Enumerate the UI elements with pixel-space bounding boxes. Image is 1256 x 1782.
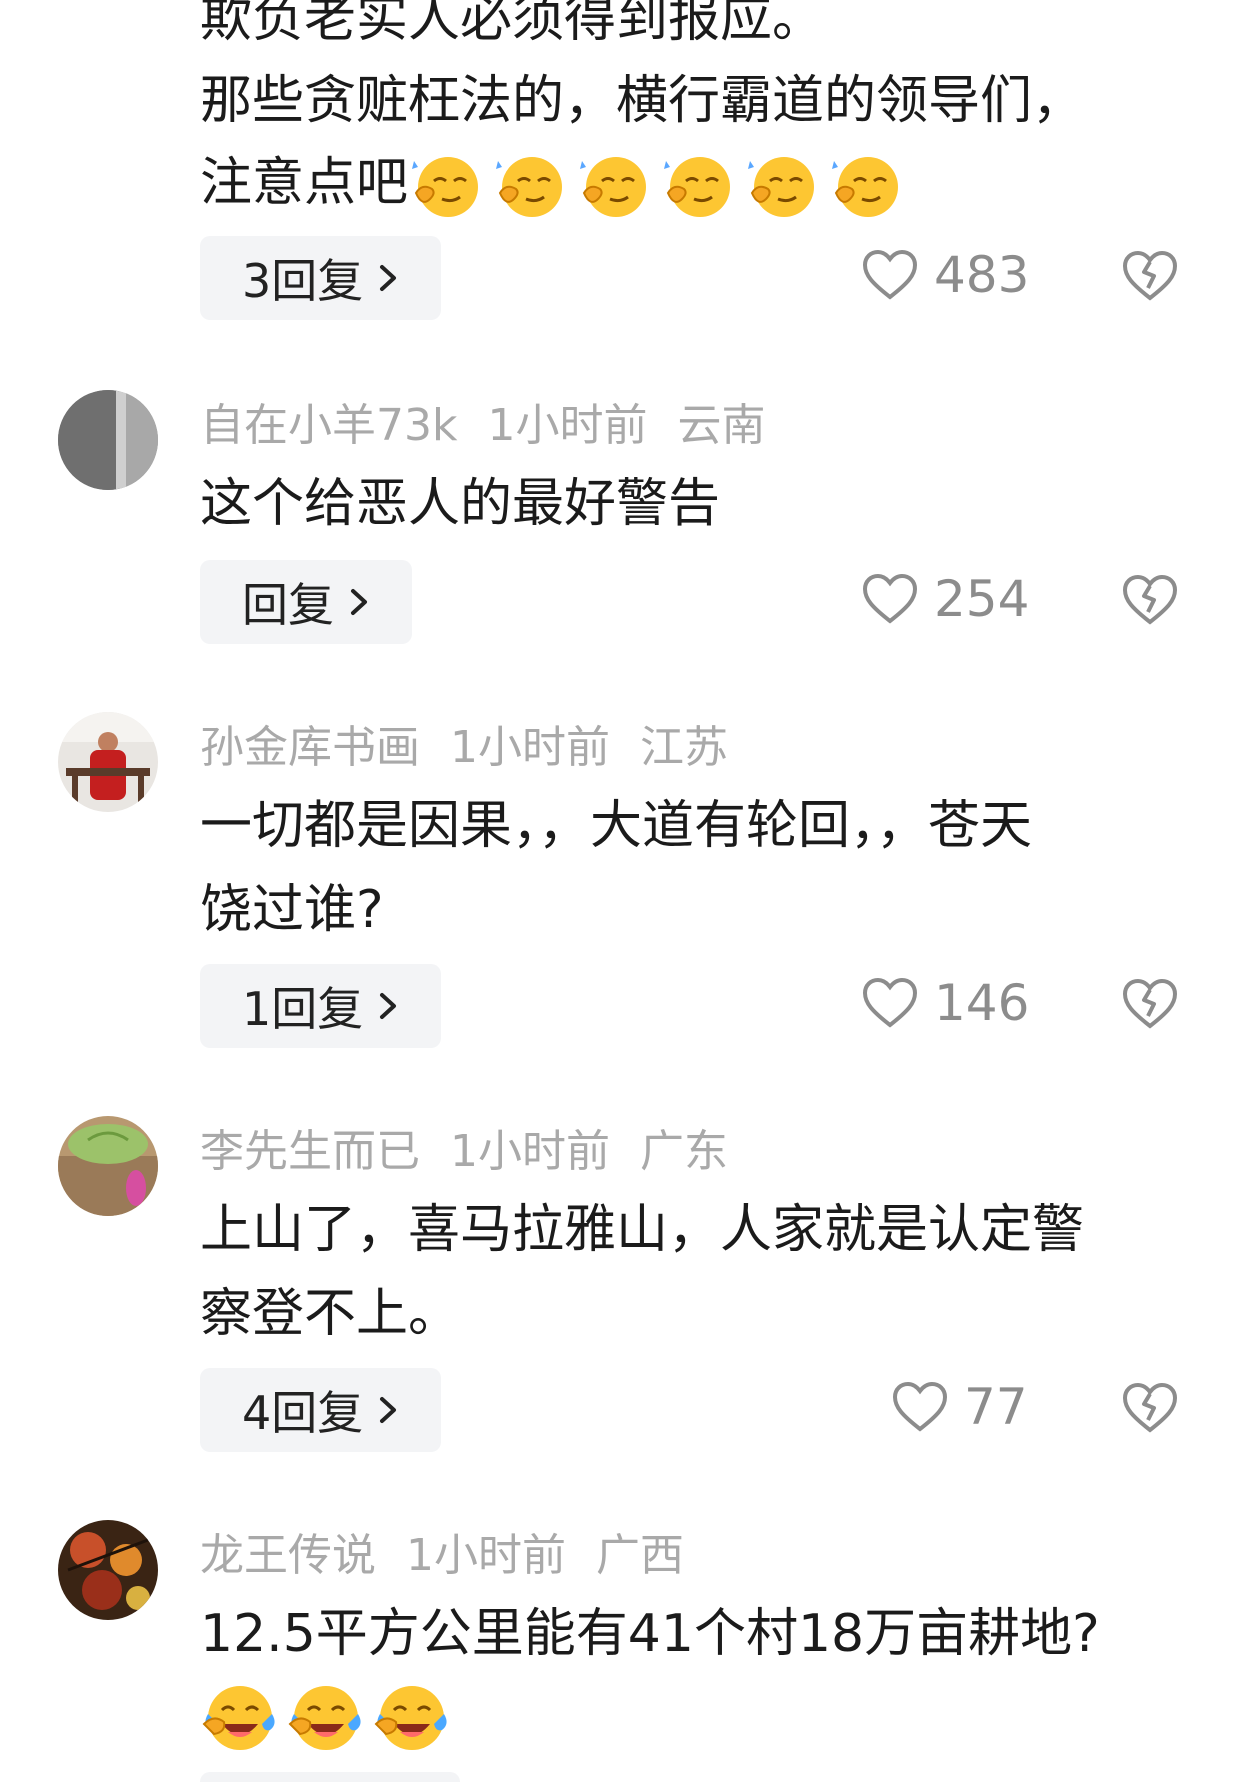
comment-text: 12.5平方公里能有41个村18万亩耕地? bbox=[200, 1592, 1190, 1756]
timestamp: 1小时前 bbox=[487, 400, 648, 451]
emoji-row bbox=[408, 151, 910, 221]
heart-icon bbox=[892, 1381, 948, 1432]
comment-text-line: 那些贪赃枉法的，横行霸道的领导们， bbox=[200, 71, 1085, 131]
like-button[interactable]: 483 bbox=[862, 246, 1029, 304]
timestamp: 1小时前 bbox=[450, 722, 610, 773]
comment-text: 上山了，喜马拉雅山，人家就是认定警 察登不上。 bbox=[200, 1188, 1190, 1356]
comment-meta: 龙王传说 1小时前 广西 bbox=[200, 1526, 714, 1586]
like-button[interactable]: 146 bbox=[862, 974, 1029, 1032]
comment-text: 这个给恶人的最好警告 bbox=[200, 462, 1190, 546]
chevron-right-icon bbox=[380, 1397, 397, 1423]
username[interactable]: 自在小羊73k bbox=[200, 400, 457, 451]
timestamp: 1小时前 bbox=[450, 1126, 610, 1177]
username[interactable]: 孙金库书画 bbox=[200, 722, 420, 773]
broken-heart-icon[interactable] bbox=[1122, 250, 1178, 302]
like-count: 254 bbox=[934, 570, 1030, 628]
smirk-thinking-emoji-icon bbox=[576, 151, 658, 221]
avatar[interactable] bbox=[58, 390, 158, 490]
comment-text-line: 上山了，喜马拉雅山，人家就是认定警 bbox=[200, 1200, 1085, 1260]
comment-text-line: 饶过谁? bbox=[200, 880, 384, 940]
reply-button[interactable]: 3回复 bbox=[200, 236, 442, 320]
smirk-thinking-emoji-icon bbox=[492, 151, 574, 221]
like-count: 146 bbox=[934, 974, 1030, 1032]
reply-label: 1回复 bbox=[242, 982, 364, 1036]
reply-label: 3回复 bbox=[242, 254, 364, 308]
comment-text-line: 12.5平方公里能有41个村18万亩耕地? bbox=[200, 1604, 1100, 1664]
smirk-thinking-emoji-icon bbox=[408, 151, 490, 221]
like-button[interactable]: 254 bbox=[862, 570, 1029, 628]
comment-meta: 李先生而已 1小时前 广东 bbox=[200, 1122, 758, 1182]
comment-text-line: 一切都是因果，，大道有轮回，，苍天 bbox=[200, 796, 1033, 856]
comments-page: 欺负老实人必须得到报应。 那些贪赃枉法的，横行霸道的领导们， 注意点吧 3回复 … bbox=[0, 0, 1256, 1782]
reply-button[interactable]: 回复 bbox=[200, 560, 412, 644]
avatar[interactable] bbox=[58, 1520, 158, 1620]
chevron-right-icon bbox=[380, 265, 397, 291]
location: 云南 bbox=[677, 400, 766, 451]
laughing-crying-emoji-icon bbox=[288, 1686, 361, 1750]
chevron-right-icon bbox=[351, 589, 367, 615]
reply-label: 4回复 bbox=[242, 1386, 364, 1440]
comment-text-line: 欺负老实人必须得到报应。 bbox=[200, 0, 825, 49]
reply-button[interactable] bbox=[200, 1772, 460, 1782]
comment-meta: 自在小羊73k 1小时前 云南 bbox=[200, 396, 795, 456]
username[interactable]: 李先生而已 bbox=[200, 1126, 420, 1177]
broken-heart-icon[interactable] bbox=[1122, 1382, 1178, 1434]
timestamp: 1小时前 bbox=[406, 1530, 566, 1581]
heart-icon bbox=[862, 573, 918, 624]
heart-icon bbox=[862, 977, 918, 1028]
broken-heart-icon[interactable] bbox=[1122, 574, 1178, 626]
location: 广西 bbox=[596, 1530, 684, 1581]
reply-label: 回复 bbox=[242, 578, 334, 632]
like-count: 483 bbox=[934, 246, 1030, 304]
like-count: 77 bbox=[964, 1378, 1028, 1436]
emoji-row bbox=[200, 1680, 1190, 1756]
heart-icon bbox=[862, 249, 918, 300]
chevron-right-icon bbox=[380, 993, 397, 1019]
smirk-thinking-emoji-icon bbox=[744, 151, 826, 221]
smirk-thinking-emoji-icon bbox=[828, 151, 910, 221]
like-button[interactable]: 77 bbox=[892, 1378, 1028, 1436]
laughing-crying-emoji-icon bbox=[374, 1686, 447, 1750]
smirk-thinking-emoji-icon bbox=[660, 151, 742, 221]
comment-text-line: 注意点吧 bbox=[200, 142, 1190, 224]
comment-meta: 孙金库书画 1小时前 江苏 bbox=[200, 718, 758, 778]
reply-button[interactable]: 1回复 bbox=[200, 964, 442, 1048]
comment-text: 一切都是因果，，大道有轮回，，苍天 饶过谁? bbox=[200, 784, 1190, 952]
avatar[interactable] bbox=[58, 1116, 158, 1216]
comment-text: 注意点吧 bbox=[200, 153, 409, 213]
broken-heart-icon[interactable] bbox=[1122, 978, 1178, 1030]
comment-text-line: 察登不上。 bbox=[200, 1284, 461, 1344]
laughing-crying-emoji-icon bbox=[202, 1686, 275, 1750]
location: 广东 bbox=[640, 1126, 728, 1177]
username[interactable]: 龙王传说 bbox=[200, 1530, 376, 1581]
reply-button[interactable]: 4回复 bbox=[200, 1368, 442, 1452]
comment-text-line: 这个给恶人的最好警告 bbox=[200, 474, 721, 534]
avatar[interactable] bbox=[58, 712, 158, 812]
location: 江苏 bbox=[640, 722, 728, 773]
comment-top-partial: 欺负老实人必须得到报应。 那些贪赃枉法的，横行霸道的领导们， 注意点吧 bbox=[200, 0, 1190, 224]
